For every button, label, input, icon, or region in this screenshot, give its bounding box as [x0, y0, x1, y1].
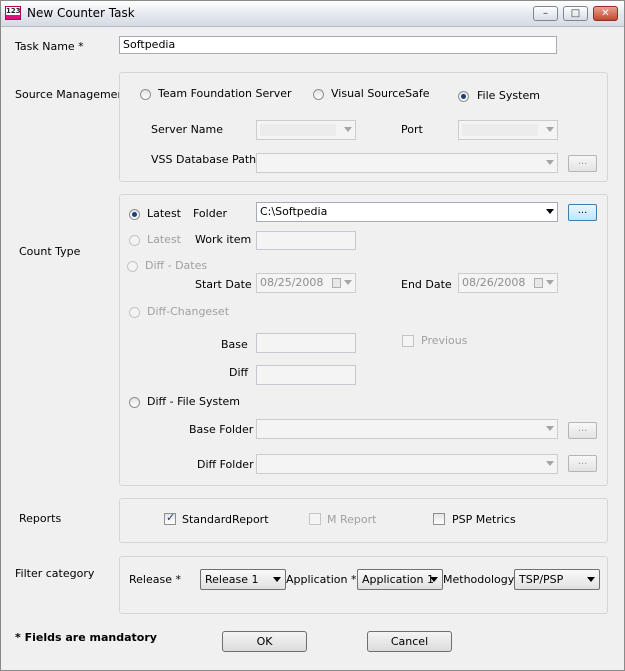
- latest-folder-radio-label: Latest: [147, 207, 181, 220]
- methodology-dropdown-value: TSP/PSP: [519, 573, 564, 586]
- latest-folder-radio[interactable]: [129, 209, 140, 220]
- psp-metrics-checkbox[interactable]: [433, 513, 445, 525]
- end-date-value: 08/26/2008: [462, 276, 526, 289]
- latest-work-item-radio[interactable]: [129, 235, 140, 246]
- application-label: Application *: [286, 573, 357, 586]
- count-type-label: Count Type: [19, 245, 81, 258]
- previous-checkbox[interactable]: [402, 335, 414, 347]
- folder-combo[interactable]: C:\Softpedia: [256, 202, 558, 222]
- diff-file-system-radio-label: Diff - File System: [147, 395, 240, 408]
- count-type-group: Latest Folder C:\Softpedia ... Latest Wo…: [119, 194, 608, 486]
- diff-folder-browse-button[interactable]: ...: [568, 455, 597, 472]
- base-folder-label: Base Folder: [189, 423, 254, 436]
- dialog-window: 123 New Counter Task – □ ✕ Task Name * S…: [0, 0, 625, 671]
- diff-input[interactable]: [256, 365, 356, 385]
- ok-button[interactable]: OK: [222, 631, 307, 652]
- base-input[interactable]: [256, 333, 356, 353]
- m-report-label: M Report: [327, 513, 377, 526]
- methodology-label: Methodology *: [443, 573, 524, 586]
- task-name-input[interactable]: Softpedia: [119, 36, 557, 54]
- tfs-radio[interactable]: [140, 89, 151, 100]
- vss-db-path-browse-button[interactable]: ...: [568, 155, 597, 172]
- diff-changeset-radio-label: Diff-Changeset: [147, 305, 230, 318]
- folder-label: Folder: [193, 207, 227, 220]
- diff-folder-combo[interactable]: [256, 454, 558, 474]
- reports-group: StandardReport M Report PSP Metrics: [119, 498, 608, 543]
- psp-metrics-label: PSP Metrics: [452, 513, 516, 526]
- task-name-label: Task Name *: [15, 40, 84, 53]
- app-icon: 123: [5, 6, 21, 20]
- end-date-label: End Date: [401, 278, 452, 291]
- server-name-combo[interactable]: [256, 120, 356, 140]
- start-date-label: Start Date: [195, 278, 252, 291]
- filter-category-group: Release * Release 1 Application * Applic…: [119, 556, 608, 614]
- methodology-dropdown[interactable]: TSP/PSP: [514, 569, 600, 590]
- application-dropdown[interactable]: Application 1: [357, 569, 443, 590]
- diff-dates-radio[interactable]: [127, 261, 138, 272]
- release-dropdown-value: Release 1: [205, 573, 259, 586]
- vss-radio[interactable]: [313, 89, 324, 100]
- m-report-checkbox[interactable]: [309, 513, 321, 525]
- maximize-button[interactable]: □: [563, 6, 588, 21]
- minimize-button[interactable]: –: [533, 6, 558, 21]
- title-bar[interactable]: 123 New Counter Task – □ ✕: [1, 1, 624, 27]
- start-date-value: 08/25/2008: [260, 276, 324, 289]
- end-date-picker[interactable]: 08/26/2008: [458, 273, 558, 293]
- close-button[interactable]: ✕: [593, 6, 618, 21]
- standard-report-label: StandardReport: [182, 513, 269, 526]
- diff-changeset-radio[interactable]: [129, 307, 140, 318]
- file-system-radio-label: File System: [477, 89, 540, 102]
- vss-db-path-combo[interactable]: [256, 153, 558, 173]
- folder-browse-button[interactable]: ...: [568, 204, 597, 221]
- diff-dates-radio-label: Diff - Dates: [145, 259, 208, 272]
- port-label: Port: [401, 123, 423, 136]
- window-title: New Counter Task: [27, 6, 135, 20]
- diff-label: Diff: [229, 366, 249, 379]
- calendar-icon: [332, 278, 341, 288]
- work-item-input[interactable]: [256, 231, 356, 250]
- source-management-label: Source Management: [15, 88, 129, 101]
- server-name-label: Server Name: [151, 123, 224, 136]
- folder-combo-value: C:\Softpedia: [260, 205, 328, 218]
- start-date-picker[interactable]: 08/25/2008: [256, 273, 356, 293]
- diff-file-system-radio[interactable]: [129, 397, 140, 408]
- calendar-icon: [534, 278, 543, 288]
- file-system-radio[interactable]: [458, 91, 469, 102]
- base-folder-combo[interactable]: [256, 419, 558, 439]
- mandatory-note: * Fields are mandatory: [15, 631, 157, 644]
- vss-radio-label: Visual SourceSafe: [331, 87, 430, 100]
- release-label: Release *: [129, 573, 181, 586]
- source-management-group: Team Foundation Server Visual SourceSafe…: [119, 72, 608, 182]
- reports-label: Reports: [19, 512, 62, 525]
- filter-category-label: Filter category: [15, 567, 95, 580]
- vss-db-path-label: VSS Database Path: [151, 153, 257, 166]
- base-label: Base: [221, 338, 248, 351]
- release-dropdown[interactable]: Release 1: [200, 569, 286, 590]
- standard-report-checkbox[interactable]: [164, 511, 176, 525]
- diff-folder-label: Diff Folder: [197, 458, 254, 471]
- base-folder-browse-button[interactable]: ...: [568, 422, 597, 439]
- work-item-label: Work item: [195, 233, 252, 246]
- cancel-button[interactable]: Cancel: [367, 631, 452, 652]
- previous-checkbox-label: Previous: [421, 334, 468, 347]
- port-combo[interactable]: [458, 120, 558, 140]
- application-dropdown-value: Application 1: [362, 573, 434, 586]
- tfs-radio-label: Team Foundation Server: [158, 87, 292, 100]
- latest-work-item-radio-label: Latest: [147, 233, 181, 246]
